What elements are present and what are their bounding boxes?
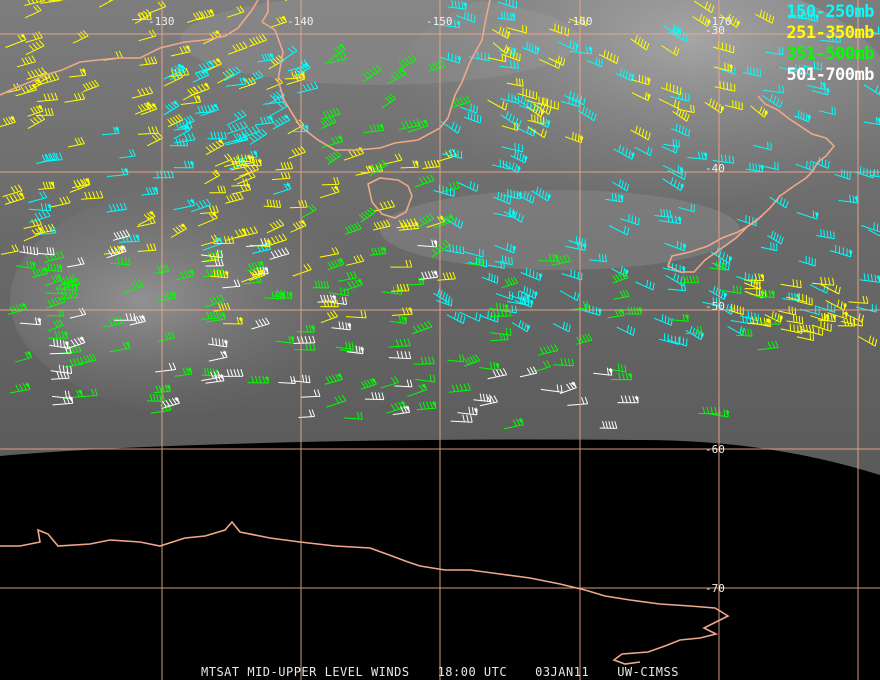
legend-entry-351-500mb: 351-500mb — [786, 44, 874, 64]
legend-entry-150-250mb: 150-250mb — [786, 2, 874, 22]
image-caption: MTSAT MID-UPPER LEVEL WINDS 18:00 UTC 03JA… — [0, 665, 880, 679]
legend-entry-501-700mb: 501-700mb — [786, 65, 874, 85]
longitude-label: -160 — [566, 15, 593, 28]
longitude-label: -130 — [148, 15, 175, 28]
caption-date: 03JAN11 — [535, 665, 590, 679]
latitude-label: -60 — [705, 443, 725, 456]
caption-source: UW-CIMSS — [617, 665, 679, 679]
latitude-label: -50 — [705, 300, 725, 313]
antarctica-coast — [0, 520, 730, 665]
caption-time: 18:00 UTC — [437, 665, 508, 679]
longitude-label: -150 — [426, 15, 453, 28]
caption-product: MTSAT MID-UPPER LEVEL WINDS — [201, 665, 410, 679]
latitude-label: -70 — [705, 582, 725, 595]
cloud-band — [380, 190, 740, 270]
longitude-label: -140 — [287, 15, 314, 28]
legend-entry-251-350mb: 251-350mb — [786, 23, 874, 43]
satellite-wind-map: -130 -140 -150 -160 -170 -30 -40 -50 -60… — [0, 0, 880, 680]
latitude-label: -40 — [705, 162, 725, 175]
cloud-band — [10, 180, 450, 420]
latitude-label: -30 — [705, 24, 725, 37]
pressure-legend: 150-250mb 251-350mb 351-500mb 501-700mb — [786, 2, 874, 86]
